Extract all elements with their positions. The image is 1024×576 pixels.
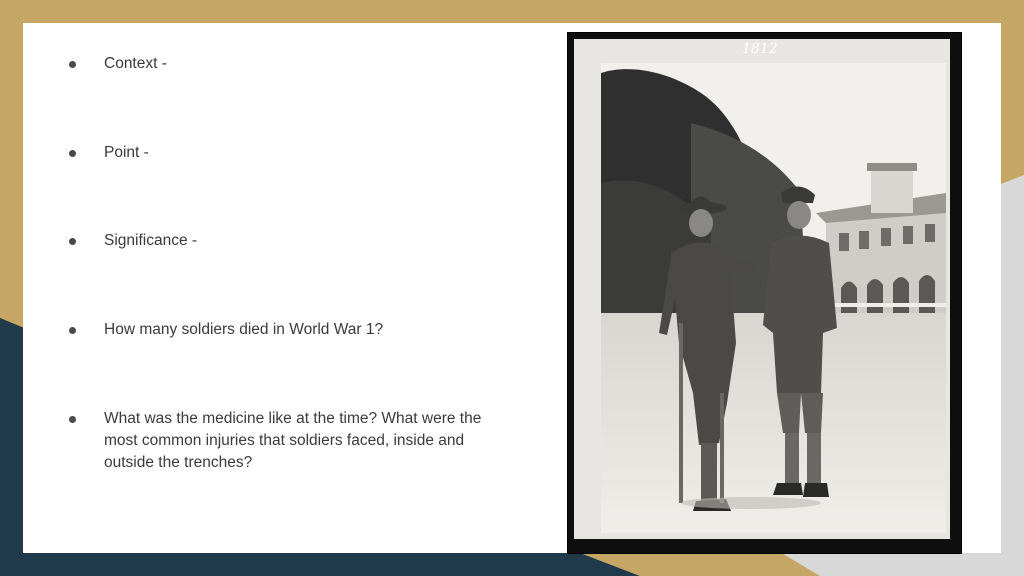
slide: Context - Point - Significance - How man…: [23, 23, 1001, 553]
bullet-dot-icon: [69, 238, 76, 245]
bullet-text: What was the medicine like at the time? …: [104, 410, 482, 471]
photo-number: 1812: [742, 41, 778, 57]
bullet-significance: Significance -: [69, 230, 504, 252]
historical-photo: 1812: [568, 33, 961, 553]
bullet-text: Significance -: [104, 232, 198, 249]
bullet-soldiers-died: How many soldiers died in World War 1?: [69, 319, 504, 341]
bullet-context: Context -: [69, 53, 504, 75]
bullet-point: Point -: [69, 142, 504, 164]
bullet-dot-icon: [69, 61, 76, 68]
bullet-dot-icon: [69, 150, 76, 157]
bullet-dot-icon: [69, 327, 76, 334]
photo-mat: 1812: [574, 39, 950, 539]
bullet-text: Point -: [104, 144, 149, 161]
photo-image: [601, 63, 946, 533]
soldiers-photo-illustration: [601, 63, 946, 533]
bullet-medicine: What was the medicine like at the time? …: [69, 408, 504, 474]
bullet-text: Context -: [104, 55, 167, 72]
bullet-text: How many soldiers died in World War 1?: [104, 321, 384, 338]
bullet-dot-icon: [69, 416, 76, 423]
bullet-list: Context - Point - Significance - How man…: [23, 23, 543, 553]
